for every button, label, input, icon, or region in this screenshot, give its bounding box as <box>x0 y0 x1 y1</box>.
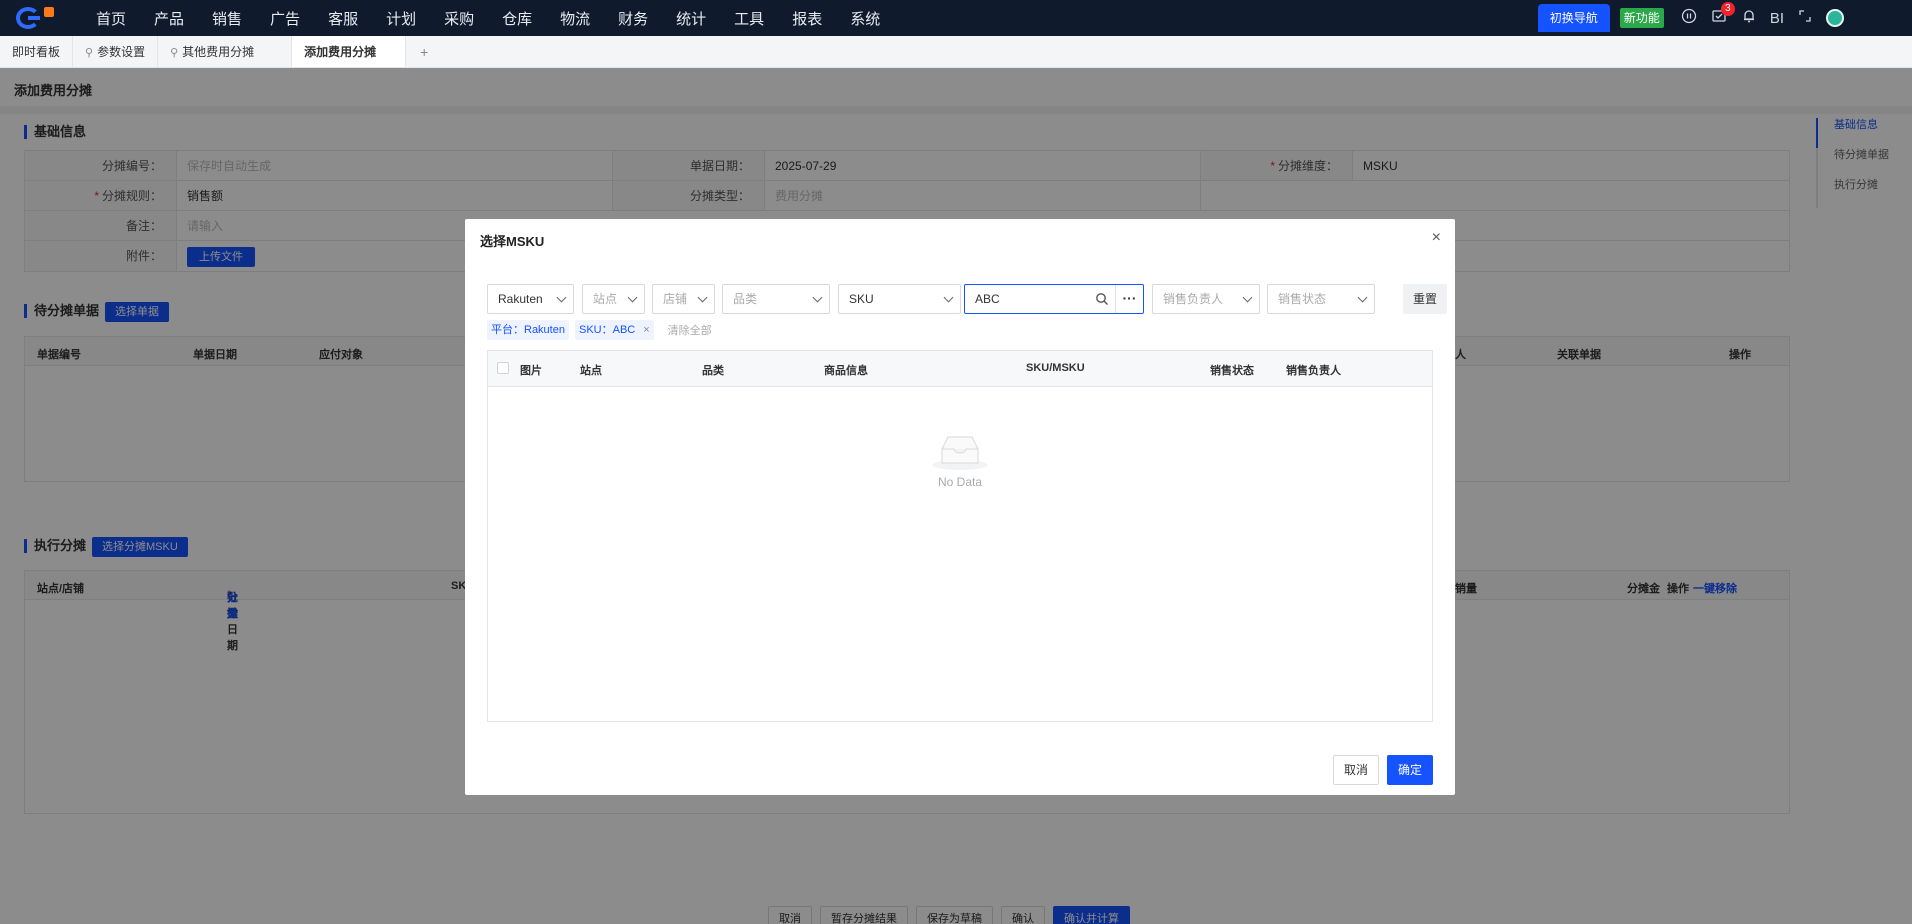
empty-state: No Data <box>488 431 1432 489</box>
menu-item-logistics[interactable]: 物流 <box>560 8 590 29</box>
menu-item-stats[interactable]: 统计 <box>676 8 706 29</box>
modal-title: 选择MSKU <box>480 234 545 249</box>
fullscreen-icon[interactable] <box>1795 8 1815 28</box>
app-logo[interactable] <box>16 5 56 31</box>
menu-item-system[interactable]: 系统 <box>850 8 880 29</box>
active-filter-tags: 平台：Rakuten SKU：ABC × 清除全部 <box>487 320 712 340</box>
tab-dashboard[interactable]: 即时看板 <box>0 36 74 67</box>
filter-tag-platform: 平台：Rakuten <box>487 320 569 340</box>
sales-owner-select[interactable]: 销售负责人 <box>1152 284 1260 314</box>
cancel-button[interactable]: 取消 <box>1332 755 1379 785</box>
bi-link[interactable]: BI <box>1770 10 1784 27</box>
chevron-down-icon <box>1357 292 1368 303</box>
sku-search-box: ··· <box>964 284 1144 314</box>
modal-footer: 取消 确定 <box>1332 755 1433 785</box>
chevron-down-icon <box>556 292 567 303</box>
col-header: 商品信息 <box>824 365 868 377</box>
pause-icon[interactable] <box>1679 8 1699 28</box>
close-icon[interactable]: × <box>643 324 649 336</box>
chevron-down-icon <box>812 292 823 303</box>
tab-label: 其他费用分摊 <box>182 45 255 59</box>
chevron-down-icon <box>627 292 638 303</box>
new-feature-button[interactable]: 新功能 <box>1619 8 1664 28</box>
user-avatar[interactable] <box>1826 9 1844 27</box>
tab-params[interactable]: ⚲ 参数设置 <box>73 36 159 67</box>
nav-right-tools: 初换导航 新功能 3 BI <box>1537 0 1912 36</box>
tab-other-cost[interactable]: ⚲ 其他费用分摊 <box>158 36 293 67</box>
tab-label: 参数设置 <box>97 45 146 59</box>
select-all-checkbox[interactable] <box>497 362 509 374</box>
menu-item-ads[interactable]: 广告 <box>270 8 300 29</box>
confirm-button[interactable]: 确定 <box>1386 755 1433 785</box>
site-select[interactable]: 站点 <box>582 284 645 314</box>
col-header: 品类 <box>702 365 724 377</box>
empty-text: No Data <box>937 475 983 489</box>
menu-item-finance[interactable]: 财务 <box>618 8 648 29</box>
bell-icon[interactable] <box>1739 8 1759 28</box>
menu-item-purchase[interactable]: 采购 <box>444 8 474 29</box>
tab-label: 即时看板 <box>12 45 61 59</box>
msku-table: 图片 站点 品类 商品信息 SKU/MSKU 销售状态 销售负责人 No Dat… <box>487 350 1433 722</box>
search-icon[interactable] <box>1095 292 1109 306</box>
search-type-select[interactable]: SKU <box>838 284 961 314</box>
tab-label: 添加费用分摊 <box>304 45 377 59</box>
col-header: 图片 <box>520 365 542 377</box>
menu-item-tools[interactable]: 工具 <box>734 8 764 29</box>
msku-table-header: 图片 站点 品类 商品信息 SKU/MSKU 销售状态 销售负责人 <box>488 351 1432 387</box>
reset-button[interactable]: 重置 <box>1403 284 1447 314</box>
more-options-icon[interactable]: ··· <box>1115 285 1143 313</box>
shop-select[interactable]: 店铺 <box>652 284 715 314</box>
chevron-down-icon <box>943 292 954 303</box>
menu-item-product[interactable]: 产品 <box>154 8 184 29</box>
menu-item-home[interactable]: 首页 <box>96 8 126 29</box>
menu-item-service[interactable]: 客服 <box>328 8 358 29</box>
add-tab-button[interactable]: + <box>406 36 442 67</box>
menu-item-plan[interactable]: 计划 <box>386 8 416 29</box>
filter-bar: Rakuten 站点 店铺 品类 SKU ··· 销售负责人 销售状态 重置 <box>487 284 1447 314</box>
platform-select[interactable]: Rakuten <box>487 284 574 314</box>
main-menu: 首页 产品 销售 广告 客服 计划 采购 仓库 物流 财务 统计 工具 报表 系… <box>82 0 894 36</box>
page-tabs: 即时看板 ⚲ 参数设置 ⚲ 其他费用分摊 添加费用分摊 + <box>0 36 1912 68</box>
category-select[interactable]: 品类 <box>722 284 830 314</box>
pin-icon[interactable]: ⚲ <box>85 47 93 59</box>
col-header: 销售状态 <box>1210 365 1254 377</box>
close-icon[interactable]: × <box>1432 229 1441 247</box>
notification-badge: 3 <box>1720 2 1735 16</box>
chevron-down-icon <box>1242 292 1253 303</box>
sales-status-select[interactable]: 销售状态 <box>1267 284 1375 314</box>
empty-box-icon <box>932 436 988 470</box>
col-header: 站点 <box>580 365 602 377</box>
tab-add-cost[interactable]: 添加费用分摊 <box>292 36 407 67</box>
top-nav: 首页 产品 销售 广告 客服 计划 采购 仓库 物流 财务 统计 工具 报表 系… <box>0 0 1912 36</box>
col-header: SKU/MSKU <box>1026 362 1085 374</box>
clear-all-link[interactable]: 清除全部 <box>668 322 712 338</box>
menu-item-reports[interactable]: 报表 <box>792 8 822 29</box>
sku-search-input[interactable] <box>965 285 1085 313</box>
chevron-down-icon <box>697 292 708 303</box>
filter-tag-sku: SKU：ABC × <box>574 320 654 340</box>
select-msku-modal: 选择MSKU × Rakuten 站点 店铺 品类 SKU ··· 销售负责人 … <box>465 219 1455 795</box>
col-header: 销售负责人 <box>1286 365 1341 377</box>
switch-nav-button[interactable]: 初换导航 <box>1537 4 1610 32</box>
pin-icon[interactable]: ⚲ <box>170 47 178 59</box>
menu-item-sales[interactable]: 销售 <box>212 8 242 29</box>
task-icon[interactable]: 3 <box>1709 2 1735 28</box>
menu-item-warehouse[interactable]: 仓库 <box>502 8 532 29</box>
